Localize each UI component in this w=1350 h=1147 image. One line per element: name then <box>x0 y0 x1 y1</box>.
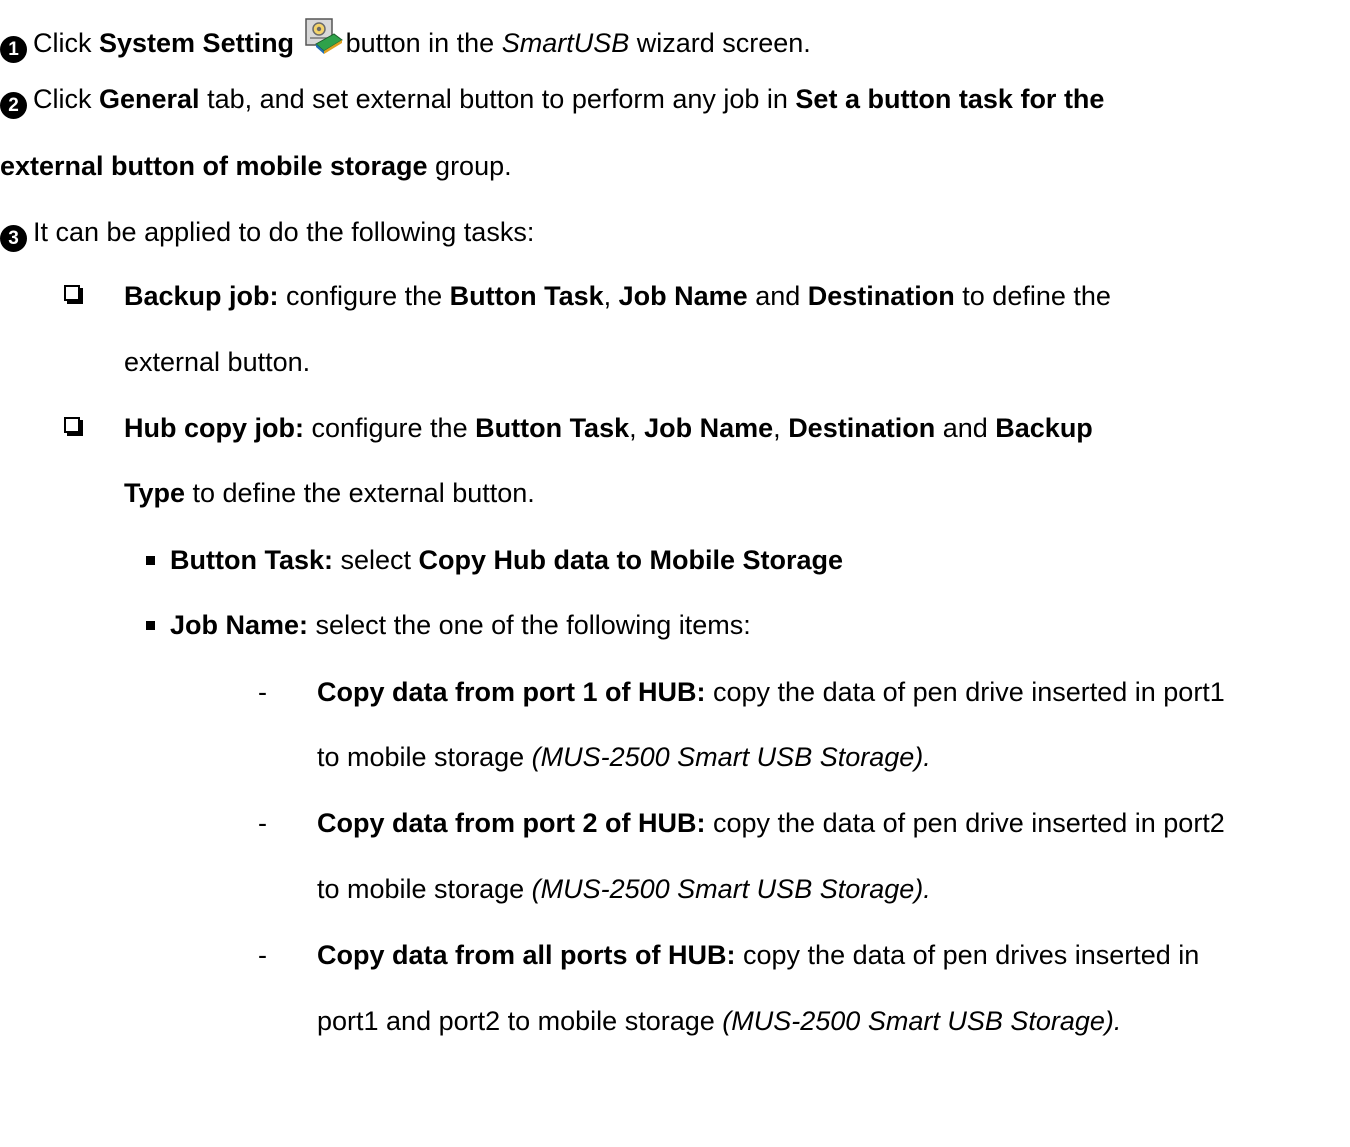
item-dash: - <box>258 940 267 970</box>
item-3-line-2: port1 and port2 to mobile storage (MUS-2… <box>317 1006 1122 1036</box>
step-1: 1 Click System Setting button in the Smar… <box>0 18 811 63</box>
step-2-marker: 2 <box>0 92 27 119</box>
step-3: 3 It can be applied to do the following t… <box>0 216 534 252</box>
hub-copy-job-line-1: Hub copy job: configure the Button Task,… <box>124 413 1093 443</box>
step-1-marker: 1 <box>0 36 27 63</box>
checkbox-icon <box>64 285 80 301</box>
item-2-line-1: Copy data from port 2 of HUB: copy the d… <box>317 808 1225 838</box>
hub-copy-job-line-2: Type to define the external button. <box>124 478 535 508</box>
item-1-line-1: Copy data from port 1 of HUB: copy the d… <box>317 677 1225 707</box>
square-bullet-icon <box>146 556 155 565</box>
backup-job-line-1: Backup job: configure the Button Task, J… <box>124 281 1111 311</box>
step-2-line-2: external button of mobile storage group. <box>0 151 512 181</box>
system-setting-icon <box>304 18 343 54</box>
square-bullet-icon <box>146 621 155 630</box>
backup-job-line-2: external button. <box>124 347 311 377</box>
item-1-line-2: to mobile storage (MUS-2500 Smart USB St… <box>317 742 931 772</box>
checkbox-icon <box>64 417 80 433</box>
item-2-line-2: to mobile storage (MUS-2500 Smart USB St… <box>317 874 931 904</box>
job-name-line: Job Name: select the one of the followin… <box>170 610 751 640</box>
item-3-line-1: Copy data from all ports of HUB: copy th… <box>317 940 1200 970</box>
item-dash: - <box>258 808 267 838</box>
item-dash: - <box>258 677 267 707</box>
button-task-line: Button Task: select Copy Hub data to Mob… <box>170 545 844 575</box>
step-3-marker: 3 <box>0 225 27 252</box>
step-2-line-1: 2 Click General tab, and set external but… <box>0 83 1104 119</box>
